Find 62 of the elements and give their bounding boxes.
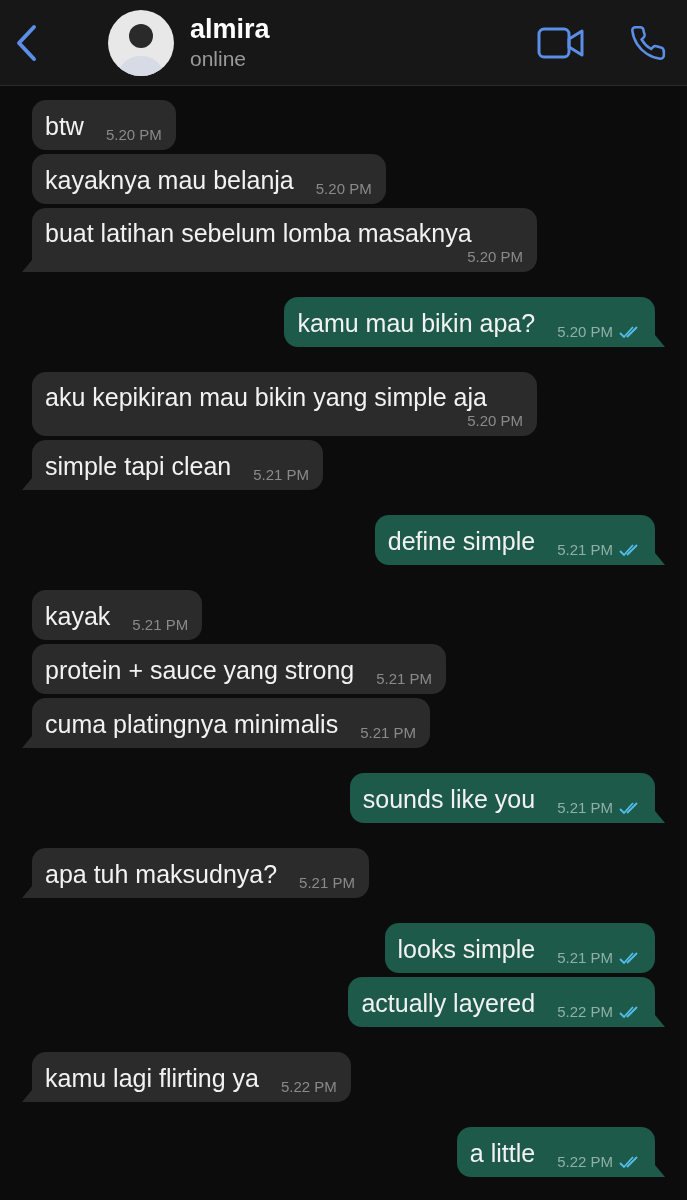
message-bubble[interactable]: aku kepikiran mau bikin yang simple aja 5.20 PM xyxy=(32,372,537,436)
message-text: simple tapi clean xyxy=(45,451,232,481)
message-bubble[interactable]: protein + sauce yang strong 5.21 PM xyxy=(32,644,447,694)
message-time: 5.22 PM xyxy=(557,1153,613,1170)
bubble-tail xyxy=(22,478,32,490)
message-bubble[interactable]: kamu lagi flirting ya 5.22 PM xyxy=(32,1052,351,1102)
message-bubble[interactable]: sounds like you 5.21 PM xyxy=(349,773,655,823)
message-text: aku kepikiran mau bikin yang simple aja xyxy=(45,382,488,412)
bubble-tail xyxy=(22,886,32,898)
message-time: 5.22 PM xyxy=(281,1078,337,1095)
message-text: btw xyxy=(45,111,84,141)
bubble-tail xyxy=(22,1090,32,1102)
message-time: 5.21 PM xyxy=(299,874,355,891)
contact-name: almira xyxy=(190,14,271,45)
message-text: buat latihan sebelum lomba masaknya xyxy=(45,218,473,248)
bubble-tail xyxy=(655,335,665,347)
message-time: 5.20 PM xyxy=(467,248,523,265)
message-bubble[interactable]: a little 5.22 PM xyxy=(456,1127,655,1177)
message-text: cuma platingnya minimalis xyxy=(45,709,339,739)
message-text: a little xyxy=(469,1138,536,1168)
message-time: 5.20 PM xyxy=(557,323,613,340)
message-text: looks simple xyxy=(397,934,536,964)
bubble-tail xyxy=(655,1165,665,1177)
message-time: 5.21 PM xyxy=(557,949,613,966)
message-text: kayaknya mau belanja xyxy=(45,165,294,195)
message-text: actually layered xyxy=(361,988,536,1018)
message-time: 5.21 PM xyxy=(132,616,189,633)
message-bubble[interactable]: kayak 5.21 PM xyxy=(32,590,203,640)
message-text: kayak xyxy=(45,601,111,631)
message-text: define simple xyxy=(387,526,536,556)
message-time: 5.20 PM xyxy=(315,180,372,197)
message-bubble[interactable]: btw 5.20 PM xyxy=(32,100,176,150)
bubble-tail xyxy=(655,1015,665,1027)
message-time: 5.20 PM xyxy=(105,126,162,143)
message-time: 5.21 PM xyxy=(557,541,613,558)
phone-call-button[interactable] xyxy=(629,23,667,62)
message-text: kamu mau bikin apa? xyxy=(297,308,536,338)
message-text: kamu lagi flirting ya xyxy=(45,1063,259,1093)
message-bubble[interactable]: kamu mau bikin apa? 5.20 PM xyxy=(284,297,655,347)
message-bubble[interactable]: define simple 5.21 PM xyxy=(374,515,655,565)
bubble-tail xyxy=(655,811,665,823)
message-bubble[interactable]: cuma platingnya minimalis 5.21 PM xyxy=(32,698,431,748)
message-time: 5.21 PM xyxy=(360,724,417,741)
message-bubble[interactable]: apa tuh maksudnya? 5.21 PM xyxy=(32,848,369,898)
message-bubble[interactable]: simple tapi clean 5.21 PM xyxy=(32,440,324,490)
message-bubble[interactable]: kayaknya mau belanja 5.20 PM xyxy=(32,154,386,204)
message-time: 5.22 PM xyxy=(557,1003,613,1020)
contact-status: online xyxy=(190,47,248,71)
message-text: sounds like you xyxy=(362,784,536,814)
message-text: protein + sauce yang strong xyxy=(45,655,355,685)
bubble-tail xyxy=(22,260,32,272)
bubble-tail xyxy=(655,553,665,565)
message-time: 5.20 PM xyxy=(467,412,523,429)
message-text: apa tuh maksudnya? xyxy=(45,859,278,889)
message-time: 5.21 PM xyxy=(253,466,310,483)
message-bubble[interactable]: looks simple 5.21 PM xyxy=(384,923,655,973)
message-bubble[interactable]: actually layered 5.22 PM xyxy=(348,977,655,1027)
bubble-tail xyxy=(22,736,32,748)
video-call-button[interactable] xyxy=(537,25,585,60)
message-bubble[interactable]: buat latihan sebelum lomba masaknya 5.20 PM xyxy=(32,208,537,272)
message-time: 5.21 PM xyxy=(557,799,613,816)
message-time: 5.21 PM xyxy=(376,670,433,687)
